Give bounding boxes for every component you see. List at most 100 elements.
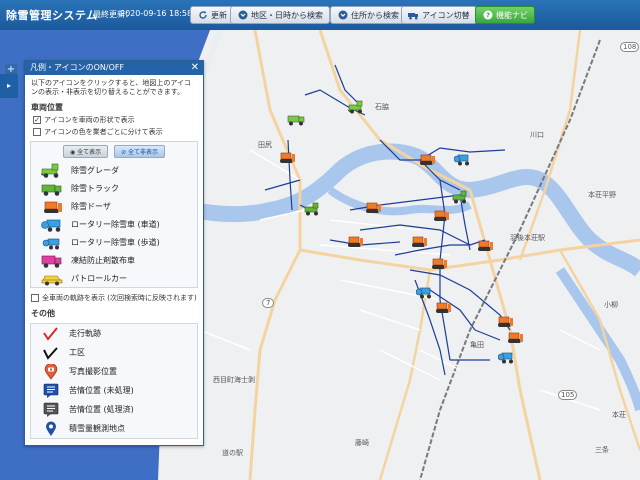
map-label-nishime: 西目町海士剥 <box>213 376 255 384</box>
legend-vehicle-rotary-road[interactable]: ロータリー除雪車 (車道) <box>31 215 197 233</box>
deicer-truck-icon <box>41 252 63 268</box>
map-vehicle-rotary[interactable] <box>498 350 516 364</box>
patrol-car-icon <box>41 270 63 286</box>
eye-off-icon: ⊘ <box>121 149 129 156</box>
show-all-label: 全て表示 <box>77 149 102 156</box>
help-nav-label: 機能ナビ <box>496 10 528 20</box>
legend-header: 凡例・アイコンのON/OFF ✕ <box>25 61 203 75</box>
show-hide-buttons: ◉ 全て表示 ⊘ 全て非表示 <box>31 142 197 161</box>
option-color-by-company[interactable]: アイコンの色を業者ごとに分けて表示 <box>25 126 203 138</box>
help-nav-button[interactable]: ? 機能ナビ <box>475 6 535 24</box>
vehicle-section-title: 車両位置 <box>31 103 63 112</box>
truck-icon <box>408 10 419 21</box>
map-vehicle-dozer[interactable] <box>278 150 296 164</box>
refresh-icon <box>197 10 208 21</box>
option-show-all-tracks-label: 全車両の軌跡を表示 (次回検索時に反映されます) <box>42 294 197 302</box>
track-icon <box>43 326 59 342</box>
legend-panel: 凡例・アイコンのON/OFF ✕ 以下のアイコンをクリックすると、地図上のアイコ… <box>24 60 204 446</box>
map-vehicle-dozer[interactable] <box>346 234 364 248</box>
map-label-fujisaki: 藤崎 <box>355 439 369 447</box>
map-vehicle-dozer[interactable] <box>410 234 428 248</box>
legend-vehicle-grader-label: 除雪グレーダ <box>71 165 119 175</box>
map-vehicle-grader[interactable] <box>348 100 366 114</box>
legend-vehicle-truck-label: 除雪トラック <box>71 183 119 193</box>
legend-vehicle-grader[interactable]: 除雪グレーダ <box>31 161 197 179</box>
truck-icon <box>41 180 63 196</box>
map-vehicle-dozer[interactable] <box>430 256 448 270</box>
legend-vehicle-deicer[interactable]: 凍結防止剤散布車 <box>31 251 197 269</box>
map-label-michinoeki: 道の駅 <box>222 449 243 457</box>
legend-vehicle-deicer-label: 凍結防止剤散布車 <box>71 255 135 265</box>
top-bar: 除雪管理システム 最終更新： 2020-09-16 18:58:37 更新 地区… <box>0 0 640 30</box>
legend-vehicle-rotary-sidewalk-label: ロータリー除雪車 (歩道) <box>71 237 160 247</box>
close-icon[interactable]: ✕ <box>191 61 199 75</box>
refresh-button[interactable]: 更新 <box>190 6 234 24</box>
legend-vehicle-dozer[interactable]: 除雪ドーザ <box>31 197 197 215</box>
dozer-icon <box>41 198 63 214</box>
map-label-kameda: 亀田 <box>470 341 484 349</box>
legend-vehicle-patrol[interactable]: パトロールカー <box>31 269 197 287</box>
other-icon-group: 走行軌跡 工区 写真撮影位置 苦情位置 (未処理) 苦情位置 (処理済) 積雪量… <box>30 323 198 439</box>
legend-vehicle-patrol-label: パトロールカー <box>71 273 127 283</box>
legend-other-snow-gauge-label: 積雪量観測地点 <box>69 424 125 433</box>
map-vehicle-rotary[interactable] <box>416 285 434 299</box>
map-vehicle-dozer[interactable] <box>364 200 382 214</box>
area-time-search-button[interactable]: 地区・日時から検索 <box>230 6 330 24</box>
legend-other-complaint-closed-label: 苦情位置 (処理済) <box>69 405 134 414</box>
address-search-label: 住所から検索 <box>351 10 399 20</box>
complaint-closed-icon <box>43 402 59 418</box>
map-label-ugo-honjo-station: 羽後本荘駅 <box>510 234 545 242</box>
map-vehicle-dozer[interactable] <box>476 238 494 252</box>
legend-vehicle-rotary-sidewalk[interactable]: ロータリー除雪車 (歩道) <box>31 233 197 251</box>
legend-title: 凡例・アイコンのON/OFF <box>30 63 125 72</box>
map-vehicle-grader[interactable] <box>452 190 470 204</box>
legend-other-complaint-open[interactable]: 苦情位置 (未処理) <box>31 381 197 400</box>
app-title: 除雪管理システム <box>6 9 98 22</box>
hide-all-label: 全て非表示 <box>128 149 159 156</box>
show-all-button[interactable]: ◉ 全て表示 <box>62 145 109 158</box>
map-vehicle-dozer[interactable] <box>506 330 524 344</box>
icon-switch-button[interactable]: アイコン切替 <box>401 6 477 24</box>
map-vehicle-dozer[interactable] <box>432 208 450 222</box>
legend-other-complaint-closed[interactable]: 苦情位置 (処理済) <box>31 400 197 419</box>
map-vehicle-truck[interactable] <box>287 112 305 126</box>
legend-other-snow-gauge[interactable]: 積雪量観測地点 <box>31 419 197 438</box>
map-label-honjo-hiranuma: 本荘平野 <box>588 191 616 199</box>
map-vehicle-dozer[interactable] <box>496 314 514 328</box>
option-vehicle-shape[interactable]: ✓ アイコンを車両の形状で表示 <box>25 114 203 126</box>
map-vehicle-rotary[interactable] <box>454 152 472 166</box>
map-label-ishiwaki: 石脇 <box>375 103 389 111</box>
hide-all-button[interactable]: ⊘ 全て非表示 <box>114 145 166 158</box>
legend-vehicle-rotary-road-label: ロータリー除雪車 (車道) <box>71 219 160 229</box>
checkbox-checked[interactable]: ✓ <box>33 116 41 124</box>
grader-icon <box>41 162 63 178</box>
map-vehicle-dozer[interactable] <box>434 300 452 314</box>
legend-other-photo-label: 写真撮影位置 <box>69 367 117 376</box>
other-section-title: その他 <box>31 309 55 318</box>
option-show-all-tracks[interactable]: 全車両の軌跡を表示 (次回検索時に反映されます) <box>25 291 203 305</box>
map-label-sanjo: 三条 <box>595 446 609 454</box>
map-label-honjo: 本荘 <box>612 411 626 419</box>
legend-vehicle-dozer-label: 除雪ドーザ <box>71 201 111 211</box>
legend-other-complaint-open-label: 苦情位置 (未処理) <box>69 386 134 395</box>
legend-other-track[interactable]: 走行軌跡 <box>31 324 197 343</box>
section-icon <box>43 345 59 361</box>
legend-other-photo[interactable]: 写真撮影位置 <box>31 362 197 381</box>
legend-other-track-label: 走行軌跡 <box>69 329 101 338</box>
rotary-plow-small-icon <box>41 234 63 250</box>
map-vehicle-dozer[interactable] <box>418 152 436 166</box>
map-vehicle-grader[interactable] <box>304 202 322 216</box>
map-label-kawaguchi: 川口 <box>530 131 544 139</box>
legend-vehicle-truck[interactable]: 除雪トラック <box>31 179 197 197</box>
address-search-button[interactable]: 住所から検索 <box>330 6 406 24</box>
checkbox-unchecked[interactable] <box>31 294 39 302</box>
chevron-circle-icon <box>237 10 248 21</box>
vehicle-icon-group: ◉ 全て表示 ⊘ 全て非表示 除雪グレーダ 除雪トラック 除雪ドーザ ロータリー… <box>30 141 198 288</box>
snow-gauge-icon <box>43 421 59 437</box>
panel-collapse-tab[interactable]: ▸ <box>0 74 18 98</box>
complaint-open-icon <box>43 383 59 399</box>
checkbox-unchecked[interactable] <box>33 128 41 136</box>
legend-other-section[interactable]: 工区 <box>31 343 197 362</box>
icon-switch-label: アイコン切替 <box>422 10 470 20</box>
map-label-tanaka: 田尻 <box>258 141 272 149</box>
